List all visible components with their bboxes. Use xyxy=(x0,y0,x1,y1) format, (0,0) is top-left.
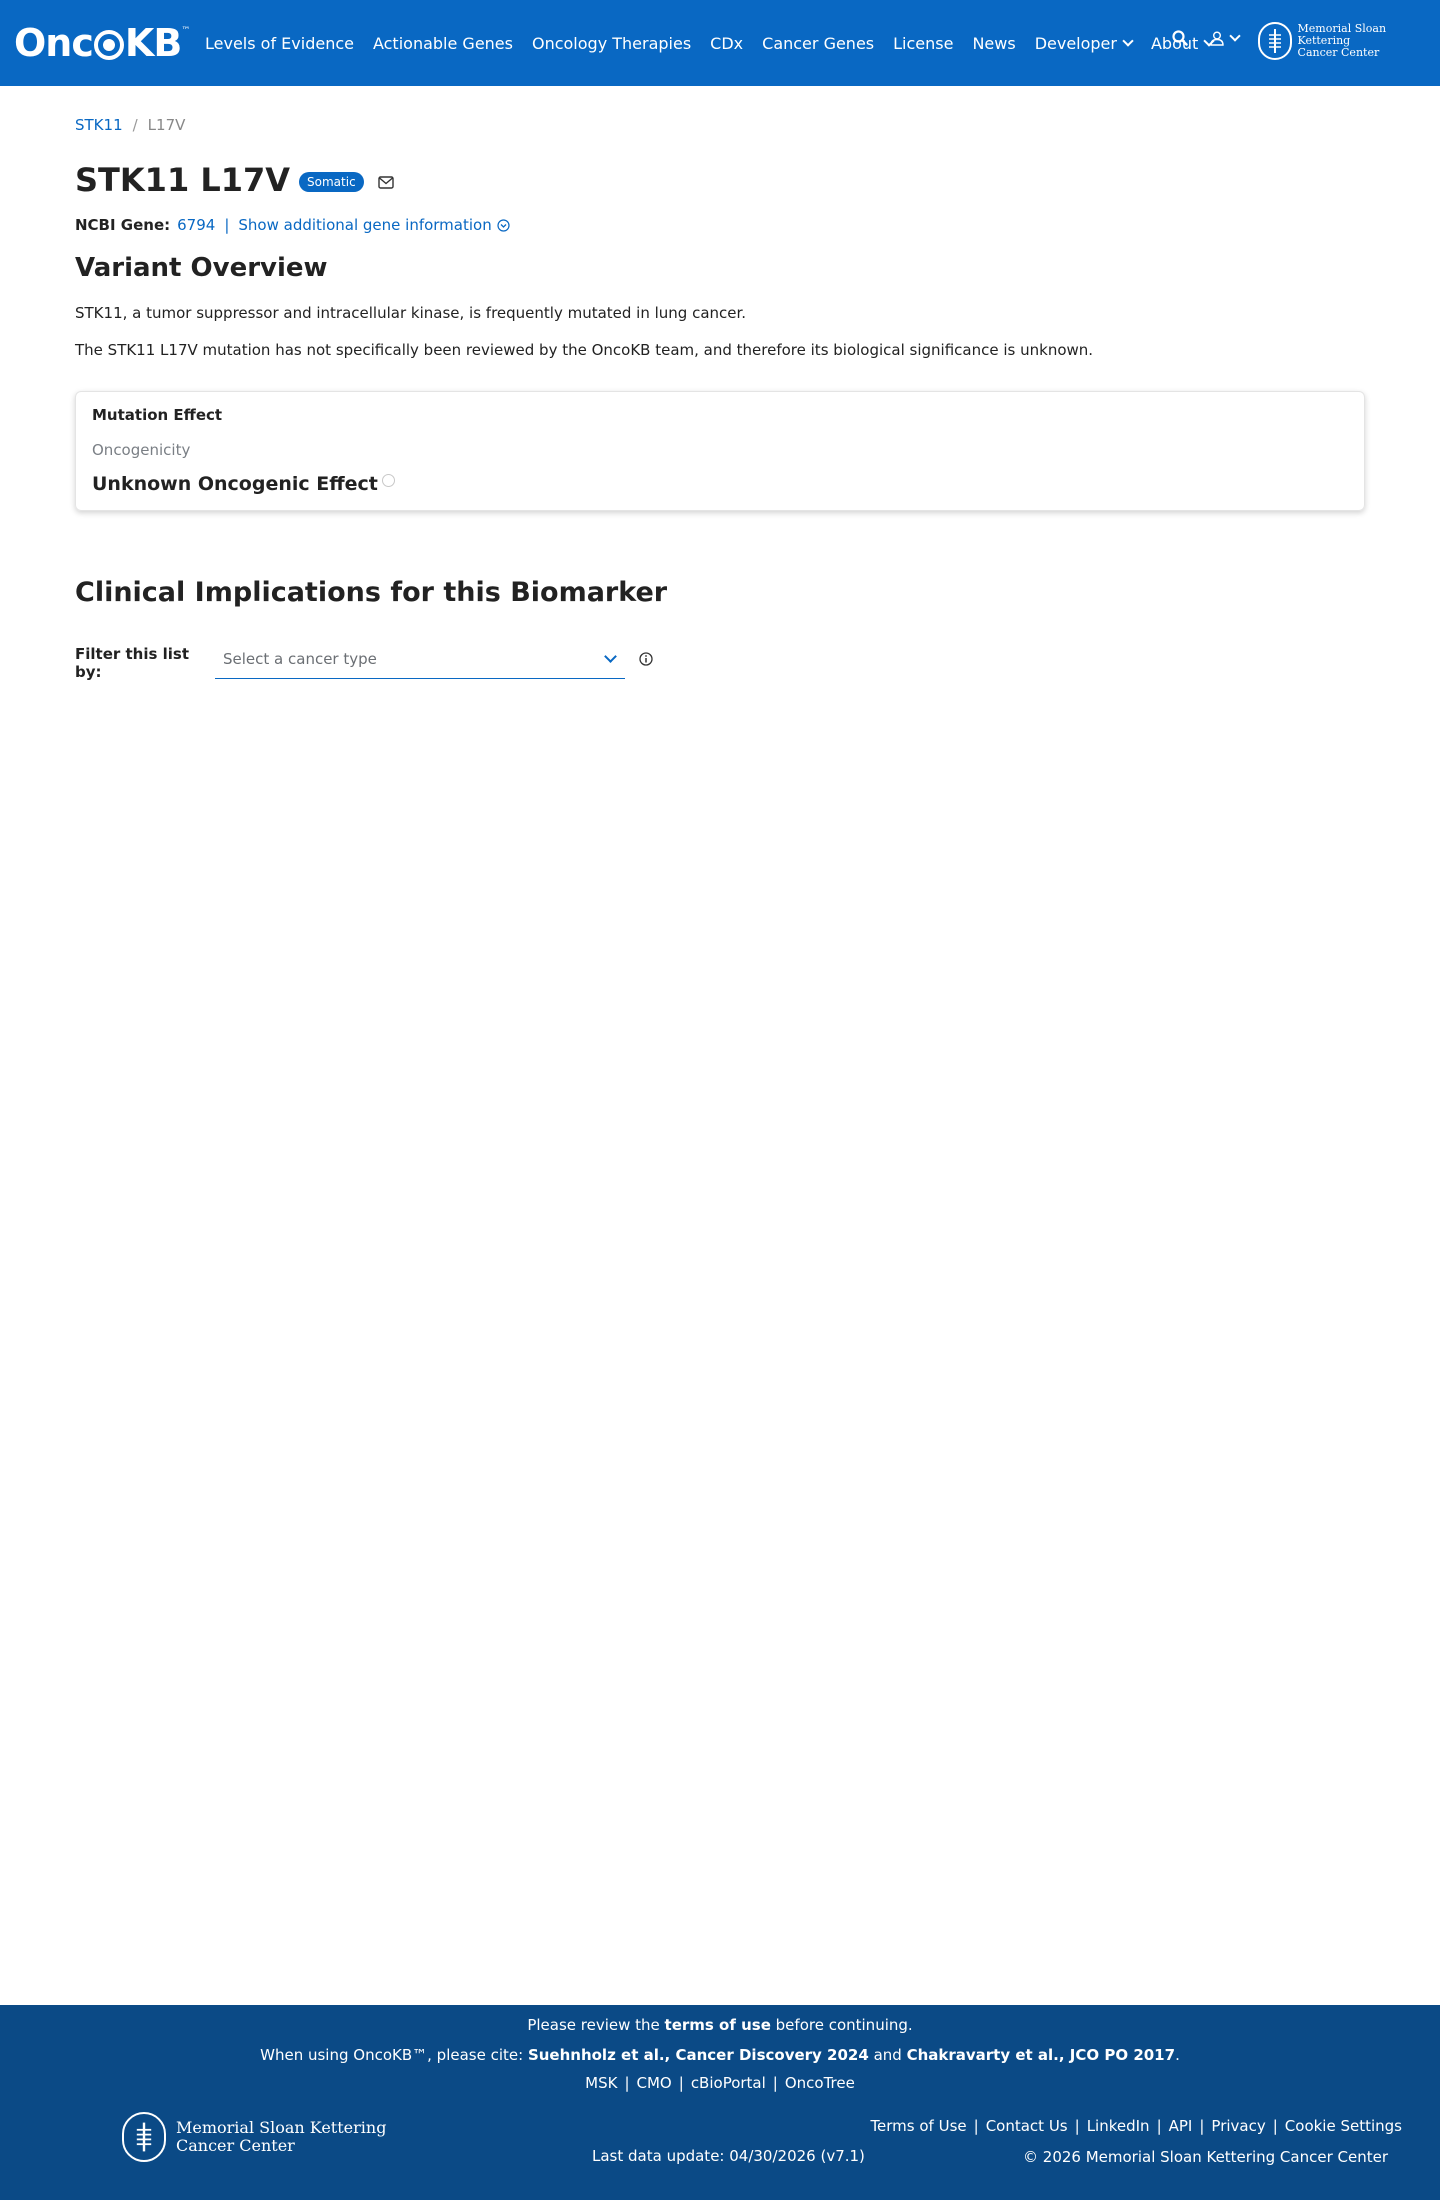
breadcrumb: STK11 / L17V xyxy=(75,115,1365,135)
footer-separator: | xyxy=(1156,2117,1162,2135)
chevron-down-icon xyxy=(604,649,617,663)
footer-cite-post: . xyxy=(1175,2046,1180,2064)
gene-info-divider: | xyxy=(224,216,230,234)
breadcrumb-current: L17V xyxy=(147,116,186,134)
nav-actionable-genes[interactable]: Actionable Genes xyxy=(373,34,513,53)
footer-link-linkedin[interactable]: LinkedIn xyxy=(1087,2117,1150,2135)
footer-cite-and: and xyxy=(868,2046,907,2064)
footer-separator: | xyxy=(973,2117,979,2135)
logo-text-left: Onc xyxy=(14,21,94,65)
footer-separator: | xyxy=(624,2074,630,2092)
msk-footer-line2: Cancer Center xyxy=(176,2136,295,2155)
somatic-badge: Somatic xyxy=(299,172,364,192)
msk-header-logo[interactable]: Memorial Sloan Kettering Cancer Center xyxy=(1258,22,1440,60)
footer-review-post: before continuing. xyxy=(770,2016,913,2034)
nav-cancer-genes[interactable]: Cancer Genes xyxy=(762,34,874,53)
title-row: STK11 L17V Somatic xyxy=(75,160,1365,200)
cancer-type-placeholder: Select a cancer type xyxy=(223,649,377,668)
unknown-oncogenic-circle-icon xyxy=(381,474,395,487)
filter-label: Filter this list by: xyxy=(75,645,190,681)
msk-caduceus-icon xyxy=(122,2112,166,2162)
footer-separator: | xyxy=(678,2074,684,2092)
show-gene-info-toggle[interactable]: Show additional gene information xyxy=(238,216,510,234)
footer-link-msk[interactable]: MSK xyxy=(585,2074,617,2092)
citation-link-2[interactable]: Chakravarty et al., JCO PO 2017 xyxy=(907,2046,1176,2064)
msk-footer-logo[interactable]: Memorial Sloan Kettering Cancer Center xyxy=(122,2112,386,2162)
chevron-down-icon xyxy=(1229,30,1241,42)
footer-citation: When using OncoKB™, please cite: Suehnho… xyxy=(0,2046,1440,2064)
logo-target-icon xyxy=(93,30,124,60)
oncogenicity-value: Unknown Oncogenic Effect xyxy=(92,473,378,495)
oncogenicity-value-row: Unknown Oncogenic Effect xyxy=(92,473,1348,495)
footer-separator: | xyxy=(1272,2117,1278,2135)
main-nav: Levels of Evidence Actionable Genes Onco… xyxy=(205,0,1232,86)
breadcrumb-gene-link[interactable]: STK11 xyxy=(75,116,123,134)
cancer-type-select[interactable]: Select a cancer type xyxy=(215,639,625,679)
user-menu-button[interactable] xyxy=(1210,30,1241,46)
mutation-effect-card: Mutation Effect Oncogenicity Unknown Onc… xyxy=(75,391,1365,511)
footer-terms-link[interactable]: terms of use xyxy=(665,2016,771,2034)
footer-review-pre: Please review the xyxy=(527,2016,665,2034)
msk-line2: Cancer Center xyxy=(1297,46,1380,59)
logo-text-right: KB xyxy=(124,21,182,65)
nav-license[interactable]: License xyxy=(893,34,953,53)
overview-gene-summary: STK11, a tumor suppressor and intracellu… xyxy=(75,304,747,322)
last-data-update: Last data update: 04/30/2026 (v7.1) xyxy=(592,2147,865,2165)
search-icon[interactable] xyxy=(1172,30,1188,46)
footer-separator: | xyxy=(1199,2117,1205,2135)
msk-header-text: Memorial Sloan Kettering Cancer Center xyxy=(1298,23,1440,59)
oncokb-logo[interactable]: Onc KB ™ xyxy=(14,21,190,65)
top-navbar: Onc KB ™ Levels of Evidence Actionable G… xyxy=(0,0,1440,86)
footer-link-cmo[interactable]: CMO xyxy=(637,2074,672,2092)
footer-link-cookie-settings[interactable]: Cookie Settings xyxy=(1285,2117,1402,2135)
nav-levels-of-evidence[interactable]: Levels of Evidence xyxy=(205,34,354,53)
msk-caduceus-icon xyxy=(1258,22,1292,60)
nav-news[interactable]: News xyxy=(972,34,1015,53)
footer-separator: | xyxy=(772,2074,778,2092)
ncbi-gene-link[interactable]: 6794 xyxy=(177,216,215,234)
nav-developer-label: Developer xyxy=(1034,33,1117,53)
footer-link-privacy[interactable]: Privacy xyxy=(1211,2117,1265,2135)
footer-external-links: MSK | CMO | cBioPortal | OncoTree xyxy=(0,2074,1440,2092)
clinical-implications-heading: Clinical Implications for this Biomarker xyxy=(75,577,668,608)
footer: Please review the terms of use before co… xyxy=(0,2005,1440,2200)
footer-copyright: © 2026 Memorial Sloan Kettering Cancer C… xyxy=(1023,2148,1388,2166)
chevron-circle-down-icon xyxy=(497,218,510,232)
nav-cdx[interactable]: CDx xyxy=(710,34,743,53)
msk-line1: Memorial Sloan Kettering xyxy=(1297,22,1387,47)
nav-icon-group xyxy=(1172,30,1241,46)
oncogenicity-label: Oncogenicity xyxy=(92,441,191,459)
chevron-down-icon xyxy=(1122,35,1134,47)
footer-link-cbioportal[interactable]: cBioPortal xyxy=(691,2074,766,2092)
mail-icon[interactable] xyxy=(377,175,394,189)
variant-overview-heading: Variant Overview xyxy=(75,253,328,283)
footer-cite-pre: When using OncoKB™, please cite: xyxy=(260,2046,528,2064)
msk-footer-text: Memorial Sloan Kettering Cancer Center xyxy=(176,2119,386,2155)
logo-trademark: ™ xyxy=(181,26,190,36)
main-content: STK11 / L17V STK11 L17V Somatic NCBI Gen… xyxy=(75,115,1365,681)
filter-row: Filter this list by: Select a cancer typ… xyxy=(75,639,1365,681)
footer-link-contact[interactable]: Contact Us xyxy=(986,2117,1068,2135)
footer-terms-notice: Please review the terms of use before co… xyxy=(0,2016,1440,2034)
citation-link-1[interactable]: Suehnholz et al., Cancer Discovery 2024 xyxy=(528,2046,869,2064)
user-icon xyxy=(1210,31,1224,46)
nav-developer-dropdown[interactable]: Developer xyxy=(1034,33,1134,53)
footer-separator: | xyxy=(1074,2117,1080,2135)
info-icon[interactable] xyxy=(639,652,653,666)
breadcrumb-separator: / xyxy=(132,116,138,134)
footer-link-terms[interactable]: Terms of Use xyxy=(870,2117,966,2135)
msk-footer-line1: Memorial Sloan Kettering xyxy=(176,2118,387,2137)
ncbi-gene-label: NCBI Gene: xyxy=(75,216,171,234)
mutation-effect-title: Mutation Effect xyxy=(92,406,223,424)
page-title: STK11 L17V xyxy=(75,161,291,199)
footer-link-oncotree[interactable]: OncoTree xyxy=(785,2074,855,2092)
nav-oncology-therapies[interactable]: Oncology Therapies xyxy=(532,34,691,53)
show-gene-info-label: Show additional gene information xyxy=(238,216,492,234)
overview-variant-summary: The STK11 L17V mutation has not specific… xyxy=(75,341,1094,359)
footer-link-api[interactable]: API xyxy=(1169,2117,1193,2135)
gene-info-row: NCBI Gene: 6794 | Show additional gene i… xyxy=(75,215,1365,235)
footer-legal-links: Terms of Use | Contact Us | LinkedIn | API | Pri… xyxy=(870,2117,1402,2135)
